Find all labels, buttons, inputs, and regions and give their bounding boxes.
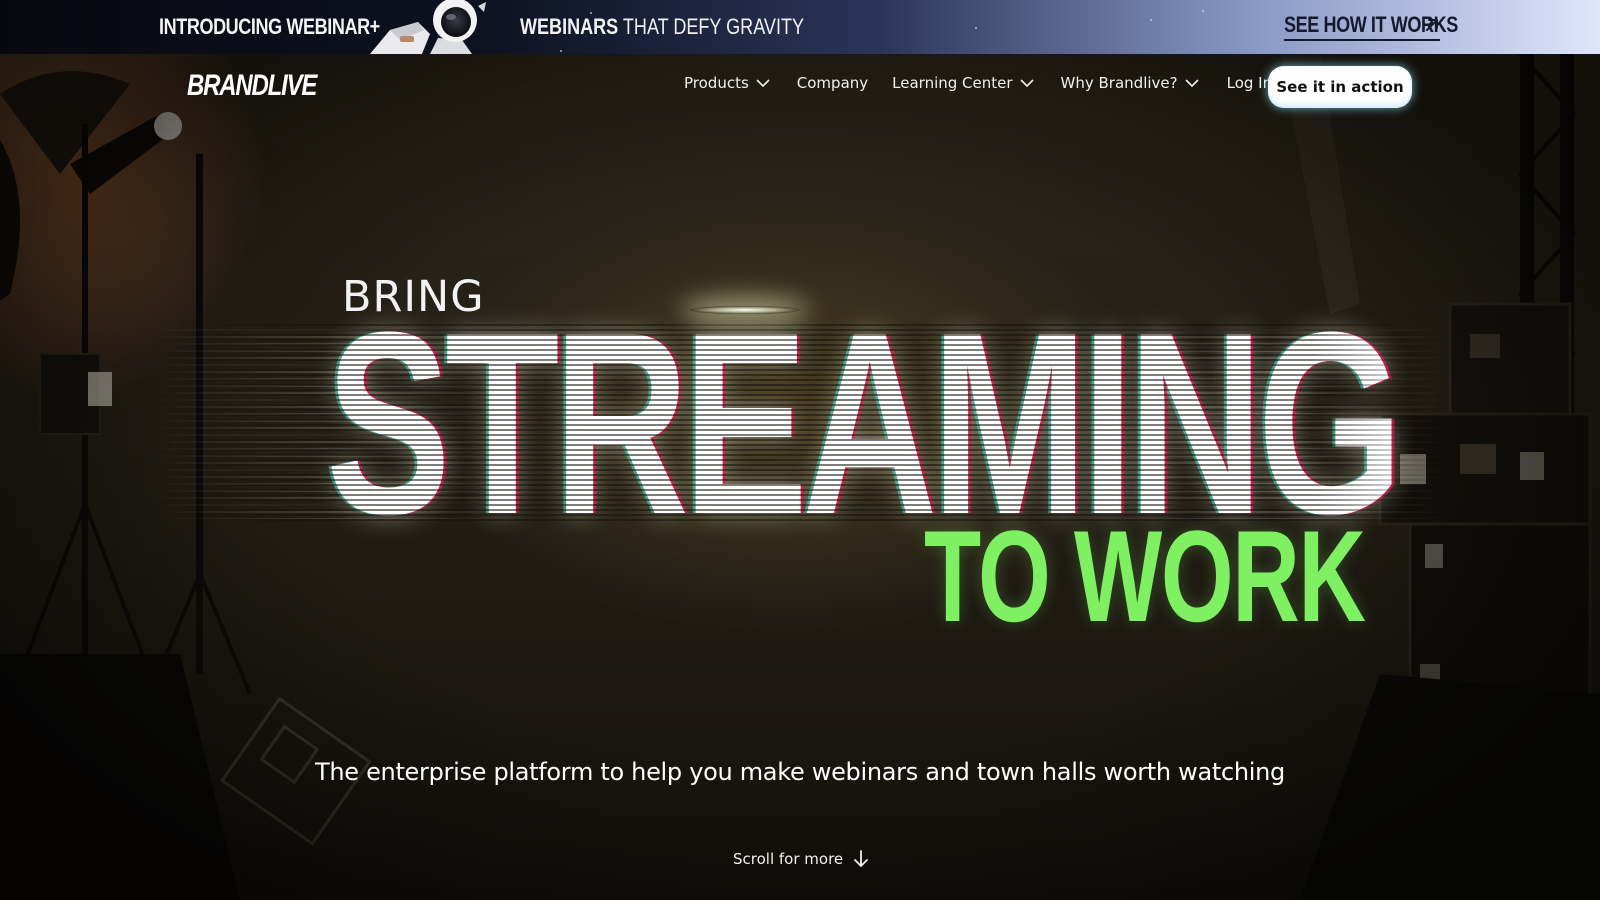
nav-item-why-brandlive[interactable]: Why Brandlive? [1061, 74, 1199, 92]
banner-star [1202, 10, 1204, 12]
banner-star [1150, 19, 1152, 21]
brandlive-logo[interactable]: BRANDLIVE [187, 69, 317, 103]
nav-item-label: Log In [1226, 74, 1273, 92]
chevron-down-icon [1185, 79, 1199, 88]
scroll-label: Scroll for more [733, 850, 844, 868]
promo-banner: INTRODUCING WEBINAR+ WEBINARS THAT DEFY … [0, 0, 1600, 54]
banner-tagline-rest: THAT DEFY GRAVITY [618, 14, 805, 39]
nav-item-label: Products [684, 74, 749, 92]
chevron-down-icon [1019, 79, 1034, 88]
chevron-down-icon [756, 79, 770, 88]
banner-star [975, 27, 977, 29]
see-how-it-works-label: SEE HOW IT WORKS [1284, 12, 1458, 37]
hero-subheading: The enterprise platform to help you make… [315, 758, 1285, 786]
hero-section: BRANDLIVE Products Company Learning Cent… [0, 54, 1600, 900]
arrow-down-icon [854, 850, 869, 867]
nav-item-company[interactable]: Company [797, 74, 868, 92]
hero-line-to-work: TO WORK [924, 503, 1366, 649]
banner-star [560, 50, 562, 52]
nav-item-label: Learning Center [892, 74, 1013, 92]
banner-tagline-bold: WEBINARS [520, 14, 619, 39]
main-nav: Products Company Learning Center Why Bra… [684, 74, 1272, 92]
banner-intro-text: INTRODUCING WEBINAR+ [159, 14, 380, 39]
nav-item-learning-center[interactable]: Learning Center [892, 74, 1034, 92]
scroll-for-more-link[interactable]: Scroll for more [733, 850, 869, 868]
nav-item-label: Company [796, 74, 869, 92]
see-it-in-action-button[interactable]: See it in action [1268, 66, 1412, 108]
nav-item-log-in[interactable]: Log In [1227, 74, 1273, 92]
see-how-it-works-link[interactable]: SEE HOW IT WORKS [1284, 11, 1458, 41]
nav-item-products[interactable]: Products [684, 74, 770, 92]
astronaut-image [360, 0, 500, 54]
lens-flare [690, 306, 800, 314]
nav-item-label: Why Brandlive? [1060, 74, 1178, 92]
banner-tagline: WEBINARS THAT DEFY GRAVITY [520, 14, 804, 40]
